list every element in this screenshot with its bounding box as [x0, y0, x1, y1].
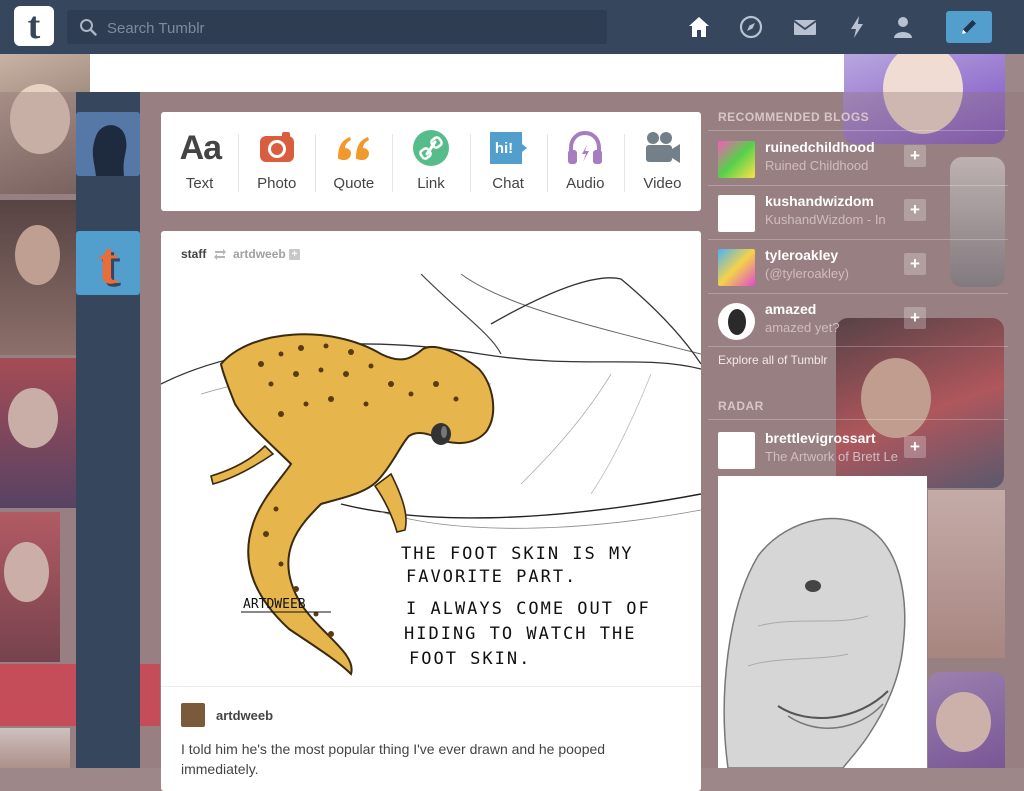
recommended-blogs-title: RECOMMENDED BLOGS	[718, 110, 870, 124]
post-author-link[interactable]: staff	[181, 247, 206, 261]
post-type-label: Audio	[566, 175, 605, 192]
post-type-video[interactable]: Video	[623, 112, 701, 211]
sidebar-divider	[708, 239, 1008, 240]
blog-name[interactable]: brettlevigrossart	[765, 430, 875, 446]
staff-avatar[interactable]: t	[76, 231, 140, 295]
post-type-label: Link	[417, 175, 445, 192]
post-type-label: Quote	[333, 175, 375, 192]
art-text-line: FOOT SKIN.	[409, 649, 531, 669]
tumblr-logo[interactable]: t	[14, 6, 54, 46]
headphones-icon	[568, 130, 603, 164]
post-type-label: Video	[643, 175, 682, 192]
blog-subtitle: amazed yet?	[765, 320, 840, 335]
cover-strip	[90, 54, 844, 92]
sidebar-divider	[708, 419, 1008, 420]
sidebar-divider	[708, 346, 1008, 347]
home-icon[interactable]	[686, 14, 712, 40]
post-type-label: Photo	[257, 175, 297, 192]
post-caption: I told him he's the most popular thing I…	[181, 741, 606, 777]
chat-bubble-icon: hi!	[490, 132, 528, 164]
post-type-quote[interactable]: Quote	[315, 112, 392, 211]
blog-name[interactable]: amazed	[765, 301, 816, 317]
video-camera-icon	[646, 132, 681, 163]
art-signature: ARTDWEEB	[243, 597, 306, 612]
search-icon	[80, 19, 97, 36]
blog-subtitle: The Artwork of Brett Le	[765, 449, 898, 464]
post-type-photo[interactable]: Photo	[238, 112, 315, 211]
blog-avatar	[718, 303, 755, 340]
reblog-source-link[interactable]: artdweeb	[233, 247, 286, 261]
post-type-text[interactable]: Aa Text	[161, 112, 238, 211]
follow-plus-icon[interactable]: +	[904, 307, 926, 329]
sidebar-divider	[708, 293, 1008, 294]
blog-avatar	[718, 432, 755, 469]
pencil-icon	[962, 20, 976, 34]
blog-subtitle: KushandWizdom - In	[765, 212, 886, 227]
compose-button[interactable]	[946, 11, 992, 43]
dinosaur-sketch	[718, 476, 927, 768]
text-post-icon: Aa	[179, 129, 222, 167]
post-type-audio[interactable]: Audio	[546, 112, 624, 211]
reblog-icon	[213, 249, 226, 261]
radar-blog-item[interactable]: brettlevigrossart The Artwork of Brett L…	[718, 430, 1008, 478]
recommended-blog-item[interactable]: ruinedchildhood Ruined Childhood +	[718, 139, 1008, 187]
blog-subtitle: (@tyleroakley)	[765, 266, 849, 281]
radar-post-image[interactable]	[718, 476, 927, 768]
recommended-blog-item[interactable]: amazed amazed yet? +	[718, 301, 1008, 349]
explore-link[interactable]: Explore all of Tumblr	[718, 353, 827, 367]
sidebar-divider	[708, 130, 1008, 131]
art-text-line: HIDING TO WATCH THE	[404, 624, 636, 644]
post-type-link[interactable]: Link	[392, 112, 469, 211]
post-type-chat[interactable]: hi! Chat	[469, 112, 547, 211]
caption-author-avatar[interactable]	[181, 703, 205, 727]
mail-icon[interactable]	[792, 14, 818, 40]
follow-plus-icon[interactable]: +	[904, 253, 926, 275]
person-icon[interactable]	[890, 14, 916, 40]
staff-avatar-letter: t	[98, 231, 118, 295]
blog-avatar	[718, 141, 755, 178]
recommended-blog-item[interactable]: kushandwizdom KushandWizdom - In +	[718, 193, 1008, 241]
quote-icon	[337, 137, 369, 160]
compass-icon[interactable]	[738, 14, 764, 40]
post-header: staff artdweeb +	[181, 247, 301, 261]
post-divider	[161, 686, 701, 687]
art-text-line: FAVORITE PART.	[406, 567, 577, 587]
search-bar[interactable]	[67, 10, 607, 46]
dashboard-post: staff artdweeb + THE FOOT SKIN IS MY FAV…	[161, 231, 701, 791]
top-header: t	[0, 0, 1024, 54]
follow-plus-icon[interactable]: +	[904, 199, 926, 221]
caption-author-link[interactable]: artdweeb	[216, 708, 273, 723]
follow-plus-icon[interactable]: +	[904, 436, 926, 458]
blog-avatar	[718, 249, 755, 286]
follow-plus-icon[interactable]: +	[289, 249, 301, 261]
blog-subtitle: Ruined Childhood	[765, 158, 869, 173]
user-avatar[interactable]	[76, 112, 140, 176]
search-input[interactable]	[105, 10, 599, 46]
blog-name[interactable]: tyleroakley	[765, 247, 838, 263]
blog-name[interactable]: ruinedchildhood	[765, 139, 875, 155]
link-icon	[412, 130, 449, 166]
blog-name[interactable]: kushandwizdom	[765, 193, 874, 209]
follow-plus-icon[interactable]: +	[904, 145, 926, 167]
sidebar-divider	[708, 185, 1008, 186]
gecko-drawing: THE FOOT SKIN IS MY FAVORITE PART. I ALW…	[161, 274, 701, 686]
camera-icon	[259, 132, 294, 162]
default-avatar-icon	[92, 125, 127, 176]
blog-avatar	[718, 195, 755, 232]
post-type-label: Chat	[492, 175, 524, 192]
art-text-line: THE FOOT SKIN IS MY	[401, 544, 633, 564]
post-composer: Aa Text Photo Quote Link hi! Chat Audio …	[161, 112, 701, 211]
radar-title: RADAR	[718, 399, 764, 413]
art-text-line: I ALWAYS COME OUT OF	[406, 599, 651, 619]
recommended-blog-item[interactable]: tyleroakley (@tyleroakley) +	[718, 247, 1008, 295]
post-type-label: Text	[185, 175, 214, 192]
lightning-icon[interactable]	[844, 14, 870, 40]
chat-glyph: hi!	[495, 140, 513, 157]
left-rail	[76, 92, 140, 768]
